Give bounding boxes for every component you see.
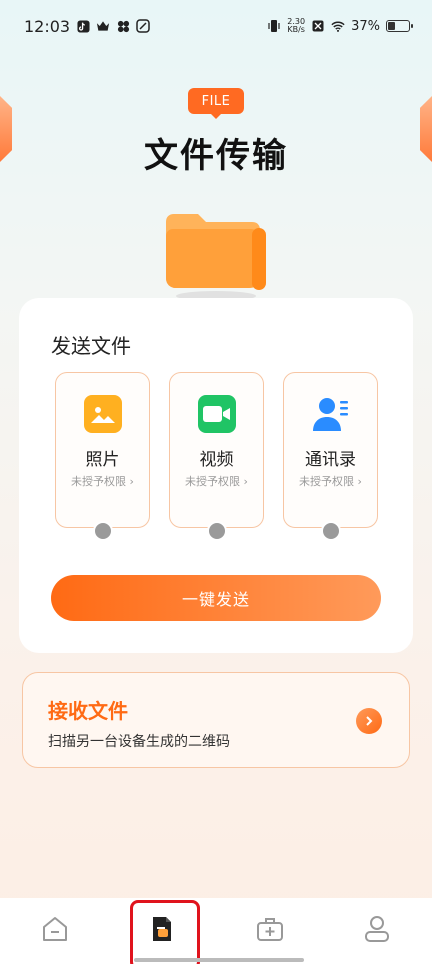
folder-illustration-icon <box>160 206 272 306</box>
video-icon <box>198 395 236 433</box>
vibrate-icon <box>267 19 281 33</box>
receive-file-card[interactable]: 接收文件 扫描另一台设备生成的二维码 <box>22 672 410 768</box>
nav-home[interactable] <box>25 898 85 964</box>
permission-status[interactable]: 未授予权限 › <box>170 473 263 489</box>
permission-status[interactable]: 未授予权限 › <box>56 473 149 489</box>
nav-toolbox[interactable] <box>240 898 300 964</box>
option-label: 照片 <box>85 450 120 470</box>
home-indicator[interactable] <box>134 958 304 962</box>
image-icon <box>84 395 122 433</box>
receive-file-subtitle: 扫描另一台设备生成的二维码 <box>48 734 230 750</box>
crown-icon <box>96 19 110 33</box>
battery-percent: 37% <box>351 18 380 34</box>
file-badge: FILE <box>188 88 244 119</box>
one-click-send-button[interactable]: 一键发送 <box>51 575 381 621</box>
nfc-icon <box>311 19 325 33</box>
file-transfer-icon <box>147 914 177 948</box>
battery-icon <box>386 20 413 32</box>
battery-fill <box>388 22 396 30</box>
option-label: 通讯录 <box>305 450 356 470</box>
option-label: 视频 <box>199 450 234 470</box>
nav-profile[interactable] <box>347 898 407 964</box>
wifi-icon <box>331 19 345 33</box>
status-right: 2.30 KB/s 37% <box>267 18 413 34</box>
nav-file-transfer[interactable] <box>130 898 201 964</box>
clock: 12:03 <box>24 16 71 36</box>
status-left: 12:03 <box>24 17 150 36</box>
network-speed-unit: KB/s <box>287 25 305 34</box>
status-bar: 12:03 2.30 KB/s 37% <box>0 0 432 52</box>
toolbox-icon <box>255 914 285 948</box>
option-videos[interactable]: 视频 未授予权限 › <box>169 372 264 541</box>
tiktok-icon <box>76 19 90 33</box>
permission-status[interactable]: 未授予权限 › <box>284 473 377 489</box>
bottom-nav <box>0 898 432 964</box>
select-radio[interactable] <box>321 521 341 541</box>
user-icon <box>362 914 392 948</box>
network-speed: 2.30 KB/s <box>287 18 305 34</box>
page-title: 文件传输 <box>144 136 288 176</box>
select-radio[interactable] <box>207 521 227 541</box>
send-file-title: 发送文件 <box>51 334 131 358</box>
option-contacts[interactable]: 通讯录 未授予权限 › <box>283 372 378 541</box>
receive-file-title: 接收文件 <box>48 699 128 723</box>
pinwheel-icon <box>116 19 130 33</box>
chevron-right-icon[interactable] <box>356 708 382 734</box>
link-icon <box>136 19 150 33</box>
select-radio[interactable] <box>93 521 113 541</box>
send-file-card: 发送文件 照片 未授予权限 › 视频 未授予权限 › 通讯录 未授予权限 › 一… <box>19 298 413 653</box>
home-icon <box>40 914 70 948</box>
option-photos[interactable]: 照片 未授予权限 › <box>55 372 150 541</box>
contacts-icon <box>312 395 350 433</box>
